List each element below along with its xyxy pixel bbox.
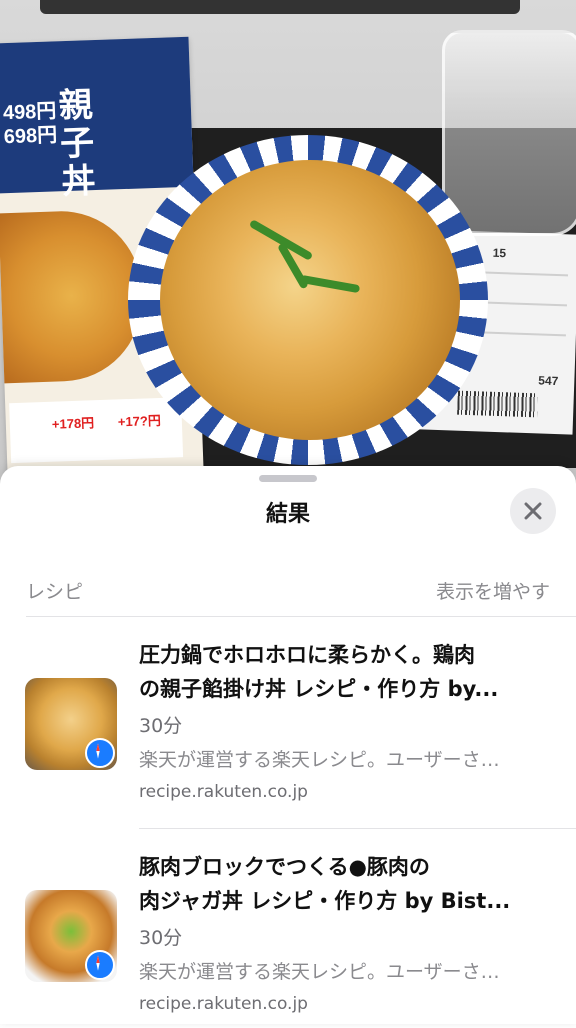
close-button[interactable] xyxy=(510,488,556,534)
result-item[interactable]: 圧力鍋でホロホロに柔らかく。鶏肉 の親子餡掛け丼 レシピ・作り方 by... 3… xyxy=(0,616,576,816)
menu-sides xyxy=(9,397,184,464)
safari-icon xyxy=(85,738,115,768)
menu-price-1: 498円 xyxy=(2,100,57,125)
camera-photo[interactable]: 15 547 親子丼 498円 698円 +178円 +17?円 xyxy=(0,0,576,500)
barcode xyxy=(457,390,538,418)
result-thumbnail xyxy=(25,678,117,770)
sheet-title: 結果 xyxy=(265,502,310,527)
result-time: 30分 xyxy=(139,927,183,949)
result-title-line: 豚肉ブロックでつくる●豚肉の xyxy=(139,855,430,879)
result-title-line: 肉ジャガ丼 レシピ・作り方 by Bist... xyxy=(139,889,511,913)
receipt-total: 547 xyxy=(538,373,559,389)
menu-title: 親子丼 xyxy=(58,85,97,203)
result-url: recipe.rakuten.co.jp xyxy=(139,994,308,1014)
menu-side-price: +17?円 xyxy=(117,412,162,430)
table-edge xyxy=(40,0,520,14)
result-thumbnail xyxy=(25,890,117,982)
sheet-grabber[interactable] xyxy=(259,475,317,482)
oyakodon xyxy=(160,160,460,440)
receipt-number: 15 xyxy=(492,245,507,261)
show-more-link[interactable]: 表示を増やす xyxy=(436,577,550,604)
results-sheet: 結果 レシピ 表示を増やす 圧力鍋でホロホロに柔らかく。鶏肉 の親子餡掛け丼 レ… xyxy=(0,466,576,1024)
menu-price-2: 698円 xyxy=(3,124,58,149)
result-title-line: の親子餡掛け丼 レシピ・作り方 by... xyxy=(139,677,499,701)
result-title[interactable]: 豚肉ブロックでつくる●豚肉の 肉ジャガ丼 レシピ・作り方 by Bist... xyxy=(139,850,559,918)
result-description: 楽天が運営する楽天レシピ。ユーザーさ… xyxy=(139,961,500,983)
menu-price: 498円 698円 xyxy=(3,99,58,149)
menu-side-price: +178円 xyxy=(51,415,95,432)
result-url: recipe.rakuten.co.jp xyxy=(139,782,308,802)
result-item[interactable]: 豚肉ブロックでつくる●豚肉の 肉ジャガ丼 レシピ・作り方 by Bist... … xyxy=(0,828,576,1028)
close-icon xyxy=(524,502,542,520)
result-time: 30分 xyxy=(139,715,183,737)
result-title-line: 圧力鍋でホロホロに柔らかく。鶏肉 xyxy=(139,643,475,667)
safari-icon xyxy=(85,950,115,980)
result-title[interactable]: 圧力鍋でホロホロに柔らかく。鶏肉 の親子餡掛け丼 レシピ・作り方 by... xyxy=(139,638,559,706)
water-glass xyxy=(442,30,576,236)
menu-food-image xyxy=(0,208,145,384)
result-description: 楽天が運営する楽天レシピ。ユーザーさ… xyxy=(139,749,500,771)
section-label-recipes: レシピ xyxy=(26,581,84,603)
